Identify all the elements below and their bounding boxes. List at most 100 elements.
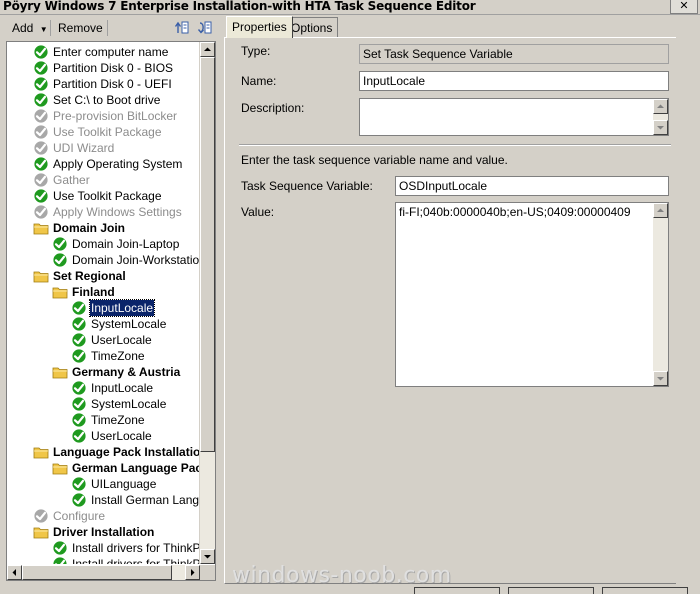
close-icon: ✕ bbox=[679, 0, 689, 12]
scroll-up-button[interactable] bbox=[653, 203, 668, 218]
tree-item-label: UserLocale bbox=[91, 333, 152, 347]
folder-icon bbox=[52, 364, 68, 380]
tree-item-label: Install German Language bbox=[91, 493, 200, 507]
tab-properties-label: Properties bbox=[232, 20, 287, 34]
tree-item-label: Domain Join bbox=[53, 221, 126, 235]
tree-item-label: Partition Disk 0 - BIOS bbox=[53, 61, 174, 75]
tree-item-label: Install drivers for ThinkPad bbox=[72, 557, 200, 564]
check-icon bbox=[33, 188, 49, 204]
check-icon bbox=[71, 348, 87, 364]
check-icon bbox=[71, 316, 87, 332]
tree-item-label: SystemLocale bbox=[91, 317, 167, 331]
tree-item-label: Configure bbox=[53, 509, 106, 523]
value-field[interactable]: fi-FI;040b:0000040b;en-US;0409:00000409 bbox=[395, 202, 669, 387]
arrow-down-icon bbox=[657, 126, 664, 130]
tree-toolbar: Add ▼ Remove bbox=[4, 17, 217, 39]
scroll-up-button[interactable] bbox=[200, 42, 215, 57]
remove-button-label: Remove bbox=[58, 21, 103, 35]
folder-icon bbox=[33, 444, 49, 460]
name-field[interactable]: InputLocale bbox=[359, 71, 669, 91]
check-disabled-icon bbox=[33, 172, 49, 188]
tree-item-label: Enter computer name bbox=[53, 45, 169, 59]
scroll-down-button[interactable] bbox=[653, 371, 668, 386]
arrow-left-icon bbox=[12, 569, 16, 576]
cancel-button[interactable] bbox=[508, 587, 594, 594]
folder-icon bbox=[33, 524, 49, 540]
hscroll-thumb[interactable] bbox=[22, 565, 172, 580]
tree-item-label: InputLocale bbox=[91, 381, 154, 395]
value-label: Value: bbox=[241, 205, 275, 219]
check-disabled-icon bbox=[33, 108, 49, 124]
type-field: Set Task Sequence Variable bbox=[359, 44, 669, 64]
arrow-up-icon bbox=[657, 208, 664, 212]
title-bar: Pöyry Windows 7 Enterprise Installation-… bbox=[0, 0, 700, 15]
close-button[interactable]: ✕ bbox=[670, 0, 698, 14]
scroll-down-button[interactable] bbox=[653, 120, 668, 135]
value-scrollbar[interactable] bbox=[653, 203, 668, 386]
arrow-up-icon bbox=[657, 104, 664, 108]
folder-icon bbox=[33, 268, 49, 284]
check-icon bbox=[52, 252, 68, 268]
tree-item-label: UDI Wizard bbox=[53, 141, 115, 155]
panel-splitter[interactable] bbox=[219, 15, 222, 592]
tab-options[interactable]: Options bbox=[285, 17, 339, 37]
check-icon bbox=[71, 396, 87, 412]
task-sequence-tree[interactable]: Enter computer name Partition Disk 0 - BI… bbox=[6, 41, 216, 581]
tree-item-label: Language Pack Installation bbox=[53, 445, 200, 459]
folder-icon bbox=[52, 284, 68, 300]
instructions-text: Enter the task sequence variable name an… bbox=[241, 153, 508, 167]
check-icon bbox=[71, 380, 87, 396]
check-icon bbox=[71, 476, 87, 492]
description-scrollbar[interactable] bbox=[653, 99, 668, 135]
tree-item-label: UILanguage bbox=[91, 477, 157, 491]
check-icon bbox=[71, 492, 87, 508]
variable-label: Task Sequence Variable: bbox=[241, 179, 373, 193]
description-label: Description: bbox=[241, 101, 305, 115]
watermark: windows-noob.com bbox=[232, 563, 452, 588]
scroll-up-button[interactable] bbox=[653, 99, 668, 114]
check-icon bbox=[52, 236, 68, 252]
toolbar-separator bbox=[107, 20, 108, 36]
add-button[interactable]: Add ▼ bbox=[8, 19, 52, 37]
move-down-icon[interactable] bbox=[197, 20, 213, 36]
scroll-left-button[interactable] bbox=[7, 565, 22, 580]
check-icon bbox=[33, 156, 49, 172]
apply-button[interactable] bbox=[602, 587, 688, 594]
tree-item-label: TimeZone bbox=[91, 349, 145, 363]
add-button-label: Add bbox=[12, 21, 34, 35]
check-icon bbox=[71, 412, 87, 428]
scroll-right-button[interactable] bbox=[185, 565, 200, 580]
move-up-icon[interactable] bbox=[174, 20, 190, 36]
tree-item-label: Apply Windows Settings bbox=[53, 205, 182, 219]
check-icon bbox=[33, 44, 49, 60]
tree-item-label: TimeZone bbox=[91, 413, 145, 427]
check-disabled-icon bbox=[33, 124, 49, 140]
scroll-thumb[interactable] bbox=[200, 57, 215, 452]
value-text: fi-FI;040b:0000040b;en-US;0409:00000409 bbox=[399, 205, 631, 219]
folder-icon bbox=[33, 220, 49, 236]
check-icon bbox=[71, 300, 87, 316]
tree-vertical-scrollbar[interactable] bbox=[199, 42, 215, 564]
tree-item-label: Domain Join-Workstation bbox=[72, 253, 200, 267]
remove-button[interactable]: Remove bbox=[54, 19, 107, 37]
tab-options-label: Options bbox=[291, 21, 333, 35]
check-icon bbox=[33, 60, 49, 76]
tree-item-label: Set C:\ to Boot drive bbox=[53, 93, 161, 107]
check-icon bbox=[33, 92, 49, 108]
variable-field[interactable]: OSDInputLocale bbox=[395, 176, 669, 196]
tree-horizontal-scrollbar[interactable] bbox=[7, 565, 200, 580]
tree-item-label: Driver Installation bbox=[53, 525, 155, 539]
arrow-up-icon bbox=[204, 47, 211, 51]
tree-item-label: Use Toolkit Package bbox=[53, 189, 162, 203]
tree-item-label: Germany & Austria bbox=[72, 365, 181, 379]
tree-item-label: InputLocale bbox=[88, 299, 156, 317]
ok-button[interactable] bbox=[414, 587, 500, 594]
tree-item-label: SystemLocale bbox=[91, 397, 167, 411]
tab-properties[interactable]: Properties bbox=[226, 16, 293, 38]
scroll-down-button[interactable] bbox=[200, 549, 215, 564]
check-icon bbox=[71, 428, 87, 444]
arrow-down-icon bbox=[657, 377, 664, 381]
description-field[interactable] bbox=[359, 98, 669, 136]
tree-item-label: Use Toolkit Package bbox=[53, 125, 162, 139]
check-disabled-icon bbox=[33, 140, 49, 156]
